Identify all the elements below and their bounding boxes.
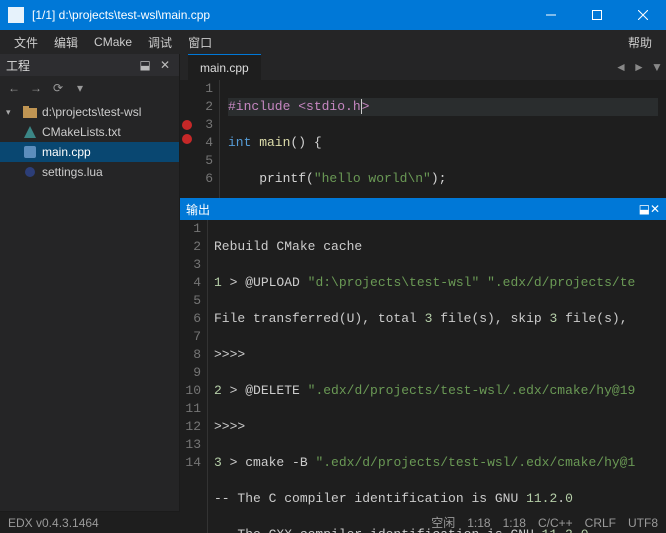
breakpoint-icon[interactable] xyxy=(182,120,192,130)
app-icon xyxy=(8,7,24,23)
tree-item-label: CMakeLists.txt xyxy=(42,125,121,139)
minimize-button[interactable] xyxy=(528,0,574,30)
back-icon[interactable]: ← xyxy=(6,80,22,96)
output-gutter: 1234567891011121314 xyxy=(180,220,208,533)
file-cmake-icon xyxy=(22,125,38,139)
folder-icon xyxy=(22,105,38,119)
dropdown-icon[interactable]: ▾ xyxy=(72,80,88,96)
menu-help[interactable]: 帮助 xyxy=(620,30,660,54)
file-cpp-icon xyxy=(22,145,38,159)
titlebar: [1/1] d:\projects\test-wsl\main.cpp xyxy=(0,0,666,30)
close-output-icon[interactable]: ✕ xyxy=(650,202,660,216)
menu-file[interactable]: 文件 xyxy=(6,30,46,54)
menu-debug[interactable]: 调试 xyxy=(140,30,180,54)
tree-item-label: settings.lua xyxy=(42,165,103,179)
window-title: [1/1] d:\projects\test-wsl\main.cpp xyxy=(32,8,528,22)
project-toolbar: ← → ⟳ ▾ xyxy=(0,76,179,100)
tree-item-maincpp[interactable]: main.cpp xyxy=(0,142,179,162)
status-col[interactable]: 1:18 xyxy=(467,516,490,530)
output-body[interactable]: 1234567891011121314 Rebuild CMake cache … xyxy=(180,220,666,533)
main-area: main.cpp ◄ ► ▼ 123456 #include <stdio.h>… xyxy=(180,54,666,511)
tab-menu-icon[interactable]: ▼ xyxy=(648,60,666,74)
breakpoint-gutter[interactable] xyxy=(180,80,194,198)
forward-icon[interactable]: → xyxy=(28,80,44,96)
file-lua-icon xyxy=(22,165,38,179)
tree-item-label: main.cpp xyxy=(42,145,91,159)
tab-prev-icon[interactable]: ◄ xyxy=(612,60,630,74)
close-panel-icon[interactable]: ✕ xyxy=(157,58,173,72)
tree-item-settingslua[interactable]: settings.lua xyxy=(0,162,179,182)
output-header: 输出 ⬓ ✕ xyxy=(180,198,666,220)
project-panel-title: 工程 xyxy=(6,57,30,74)
close-button[interactable] xyxy=(620,0,666,30)
status-lang[interactable]: C/C++ xyxy=(538,516,573,530)
status-pos[interactable]: 1:18 xyxy=(503,516,526,530)
output-text: Rebuild CMake cache 1 > @UPLOAD "d:\proj… xyxy=(208,220,666,533)
pin-icon[interactable]: ⬓ xyxy=(639,202,650,216)
sidebar: 工程 ⬓ ✕ ← → ⟳ ▾ ▾ d:\projects\test-wsl CM… xyxy=(0,54,180,511)
tree-item-cmakelists[interactable]: CMakeLists.txt xyxy=(0,122,179,142)
status-enc[interactable]: UTF8 xyxy=(628,516,658,530)
code-editor[interactable]: 123456 #include <stdio.h> int main() { p… xyxy=(180,80,666,198)
maximize-button[interactable] xyxy=(574,0,620,30)
code-content[interactable]: #include <stdio.h> int main() { printf("… xyxy=(220,80,666,198)
status-idle: 空闲 xyxy=(431,514,455,531)
twisty-icon: ▾ xyxy=(6,107,18,118)
editor-tabs: main.cpp ◄ ► ▼ xyxy=(180,54,666,80)
menu-window[interactable]: 窗口 xyxy=(180,30,220,54)
tree-root[interactable]: ▾ d:\projects\test-wsl xyxy=(0,102,179,122)
breakpoint-icon[interactable] xyxy=(182,134,192,144)
refresh-icon[interactable]: ⟳ xyxy=(50,80,66,96)
output-title: 输出 xyxy=(186,201,210,218)
pin-icon[interactable]: ⬓ xyxy=(137,58,153,72)
menu-edit[interactable]: 编辑 xyxy=(46,30,86,54)
tree-root-label: d:\projects\test-wsl xyxy=(42,105,141,119)
line-gutter: 123456 xyxy=(194,80,220,198)
tab-next-icon[interactable]: ► xyxy=(630,60,648,74)
output-panel: 输出 ⬓ ✕ 1234567891011121314 Rebuild CMake… xyxy=(180,198,666,533)
project-panel-header: 工程 ⬓ ✕ xyxy=(0,54,179,76)
menu-cmake[interactable]: CMake xyxy=(86,30,140,54)
tab-maincpp[interactable]: main.cpp xyxy=(188,54,261,80)
menubar: 文件 编辑 CMake 调试 窗口 帮助 xyxy=(0,30,666,54)
status-eol[interactable]: CRLF xyxy=(585,516,616,530)
project-tree: ▾ d:\projects\test-wsl CMakeLists.txt ma… xyxy=(0,100,179,511)
status-app: EDX v0.4.3.1464 xyxy=(8,516,99,530)
